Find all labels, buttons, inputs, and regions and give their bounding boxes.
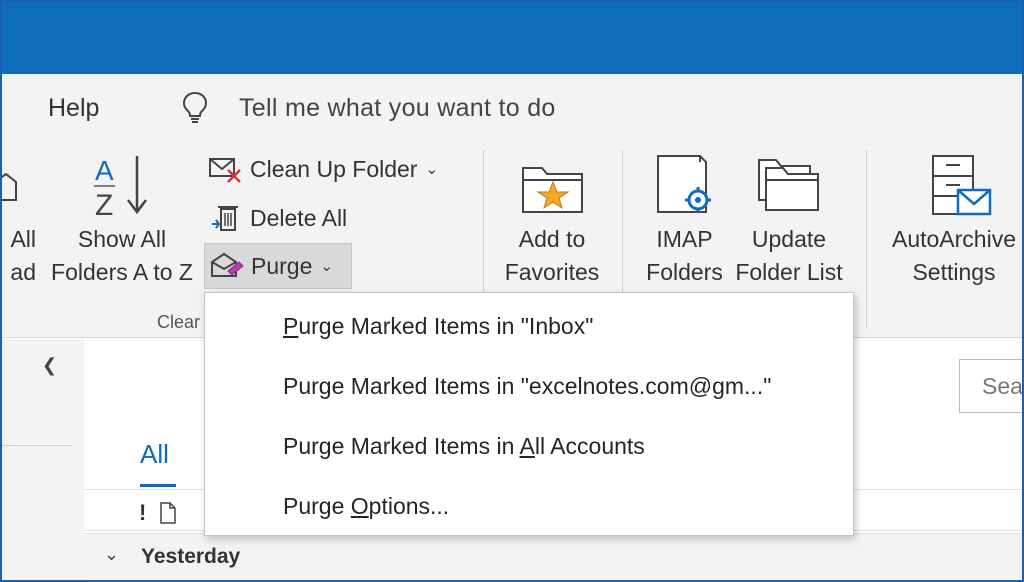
title-bar — [2, 2, 1022, 74]
clean-up-folder-label: Clean Up Folder — [250, 155, 418, 182]
document-icon[interactable] — [159, 502, 177, 524]
chevron-down-icon[interactable]: ⌄ — [104, 544, 119, 565]
collapse-pane-chevron-icon[interactable]: ❮ — [42, 355, 57, 376]
chevron-down-icon: ⌄ — [425, 161, 439, 178]
search-input[interactable]: Sea — [959, 359, 1023, 413]
imap-folders-button[interactable]: IMAP Folders — [637, 223, 732, 289]
access-key: O — [350, 493, 369, 519]
chevron-down-icon: ⌄ — [320, 258, 333, 275]
delete-all-label: Delete All — [250, 204, 348, 231]
group-header-label: Yesterday — [141, 545, 241, 568]
purge-label: Purge — [251, 252, 313, 279]
clean-up-folder-button[interactable]: Clean Up Folder ⌄ — [208, 149, 438, 189]
autoarchive-settings-button[interactable]: AutoArchive Settings — [882, 223, 1022, 289]
add-to-favorites-button[interactable]: Add to Favorites — [492, 223, 612, 289]
lightbulb-icon — [182, 91, 208, 123]
tell-me-search[interactable]: Tell me what you want to do — [239, 94, 556, 123]
purge-icon — [211, 252, 244, 277]
clean-up-group-label: Clear — [157, 312, 201, 332]
outlook-window: Help Tell me what you want to do All ad … — [0, 0, 1024, 582]
group-header-row[interactable]: ⌄ Yesterday — [84, 533, 1022, 579]
show-all-folders-button[interactable]: Show All Folders A to Z — [42, 223, 202, 289]
purge-menu-item[interactable]: Purge Options... — [283, 493, 449, 520]
tab-all-underline — [140, 484, 176, 487]
partial-button-label[interactable]: All ad — [2, 223, 36, 289]
folders-icon — [758, 159, 819, 211]
delete-all-icon — [212, 206, 238, 231]
purge-button[interactable]: Purge ⌄ — [204, 243, 352, 289]
purge-menu-item[interactable]: Purge Marked Items in "Inbox" — [283, 313, 593, 340]
autoarchive-icon — [932, 155, 992, 216]
tab-all[interactable]: All — [140, 439, 169, 470]
sort-az-icon: A Z — [94, 155, 147, 222]
purge-dropdown-menu: Purge Marked Items in "Inbox" Purge Marke… — [204, 292, 854, 536]
importance-icon[interactable]: ! — [139, 500, 146, 526]
update-folder-list-button[interactable]: Update Folder List — [729, 223, 849, 289]
imap-folders-icon — [657, 155, 711, 213]
search-placeholder: Sea — [982, 373, 1023, 399]
folder-pane: ❮ — [2, 339, 84, 580]
folder-pane-divider — [2, 445, 72, 446]
clean-up-icon — [209, 158, 241, 183]
ribbon-separator — [866, 150, 867, 328]
folder-star-icon — [522, 167, 583, 213]
delete-all-button[interactable]: Delete All — [210, 198, 347, 238]
svg-text:Z: Z — [95, 189, 113, 222]
tell-me-row: Help Tell me what you want to do — [2, 74, 1022, 140]
help-menu-tab[interactable]: Help — [48, 94, 99, 123]
purge-menu-item[interactable]: Purge Marked Items in "excelnotes.com@gm… — [283, 373, 771, 400]
access-key: A — [519, 433, 535, 459]
envelope-open-icon — [2, 172, 17, 201]
purge-menu-item[interactable]: Purge Marked Items in All Accounts — [283, 433, 645, 460]
access-key: g — [318, 373, 332, 399]
access-key: P — [283, 313, 299, 339]
svg-text:A: A — [95, 155, 114, 186]
